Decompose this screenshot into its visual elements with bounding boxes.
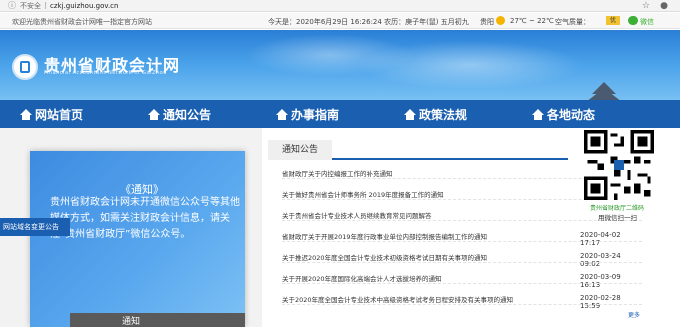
qr-label: 贵州省财政厅二维码 [590,205,645,212]
popup-body: 贵州省财政会计网未开通微信公众号等其他媒体方式，如需关注财政会计信息，请关注“贵… [50,197,240,240]
nav-label: 办事指南 [291,107,340,122]
bookmark-star-icon[interactable]: ☆ [642,1,650,11]
notice-date: 2020-04-02 17:17 [580,231,621,247]
divider [45,2,46,9]
notice-title[interactable]: 省财政厅关于开展2019年度行政事业单位内部控制报告编制工作的通知 [282,231,487,241]
nav-label: 各地动态 [547,107,596,122]
nav-item-policy[interactable]: 政策法规 [404,100,467,128]
insecure-label: 不安全 [20,1,41,10]
aqi-label: 空气质量： [555,18,590,26]
info-icon[interactable]: ⓘ [8,1,16,10]
notice-date: 2020-02-28 15:59 [580,294,621,310]
aqi-badge: 优 [606,16,620,25]
more-link[interactable]: 更多 [628,310,640,319]
site-logo[interactable] [12,54,38,80]
weather-temp: 27℃ ~ 22℃ [510,17,554,25]
notice-title[interactable]: 关于推迟2020年度全国会计专业技术初级资格考试日期有关事项的通知 [282,252,487,262]
notice-title[interactable]: 关于做好贵州省会计师事务所 2019年度报备工作的通知 [282,189,444,199]
list-item[interactable]: 省财政厅关于开展2019年度行政事业单位内部控制报告编制工作的通知 2020-0… [282,229,642,247]
nav-item-home[interactable]: 网站首页 [20,100,83,128]
nav-item-local-news[interactable]: 各地动态 [532,100,595,128]
notice-date: 2020-03-09 16:13 [580,273,621,289]
site-subtitle: Financial Accountant Network in GuiZhou [44,70,167,76]
nav-label: 通知公告 [163,107,212,122]
domain-change-notice-tab[interactable]: 网站域名变更公告 [0,218,70,236]
list-item[interactable]: 关于开展2020年度国际化高端会计人才选拔培养的通知 2020-03-09 16… [282,271,642,289]
tab-notices[interactable]: 通知公告 [268,140,332,160]
top-info-bar: 欢迎光临贵州省财政会计网唯一指定官方网站 今天是：2020年6月29日 16:2… [0,13,680,29]
welcome-text: 欢迎光临贵州省财政会计网唯一指定官方网站 [12,18,152,26]
qr-caption: 用微信扫一扫 [598,214,637,222]
qr-code-image [584,130,654,200]
wechat-link[interactable]: 微信 [640,17,654,27]
notice-title[interactable]: 关于开展2020年度国际化高端会计人才选拔培养的通知 [282,273,442,283]
notice-popup[interactable]: 《通知》 贵州省财政会计网未开通微信公众号等其他媒体方式，如需关注财政会计信息，… [30,151,245,327]
browser-address-bar: ⓘ 不安全 czkj.guizhou.gov.cn ☆ ● [0,0,680,12]
sun-icon [496,16,505,25]
nav-item-guide[interactable]: 办事指南 [276,100,339,128]
nav-label: 网站首页 [35,107,84,122]
notice-date: 2020-03-24 09:02 [580,252,621,268]
main-nav: 网站首页 通知公告 办事指南 政策法规 各地动态 [0,100,680,128]
weather-city: 贵阳 [480,18,494,26]
notice-title[interactable]: 关于贵州省会计专业技术人员继续教育常见问题解答 [282,210,432,220]
url-field[interactable]: czkj.guizhou.gov.cn [50,2,118,10]
notice-title[interactable]: 省财政厅关于内控编报工作的补充通知 [282,168,393,178]
pavilion-skyline-image [588,82,620,100]
nav-item-notices[interactable]: 通知公告 [148,100,211,128]
notice-title[interactable]: 关于2020年度全国会计专业技术中高级资格考试考务日程安排及有关事项的通知 [282,294,513,304]
wechat-icon[interactable] [628,16,638,25]
popup-footer-label: 通知 [122,317,141,327]
nav-label: 政策法规 [419,107,468,122]
date-text: 今天是：2020年6月29日 16:26:24 农历：庚子年(鼠) 五月初九 [268,18,469,26]
list-item[interactable]: 关于贵州省会计专业技术人员继续教育常见问题解答 [282,208,642,221]
notice-header: 通知公告 [268,140,568,160]
popup-footer-bar[interactable]: 通知 [70,313,245,327]
list-item[interactable]: 关于推迟2020年度全国会计专业技术初级资格考试日期有关事项的通知 2020-0… [282,250,642,268]
list-item[interactable]: 关于2020年度全国会计专业技术中高级资格考试考务日程安排及有关事项的通知 20… [282,292,642,310]
account-icon[interactable]: ● [660,1,668,11]
